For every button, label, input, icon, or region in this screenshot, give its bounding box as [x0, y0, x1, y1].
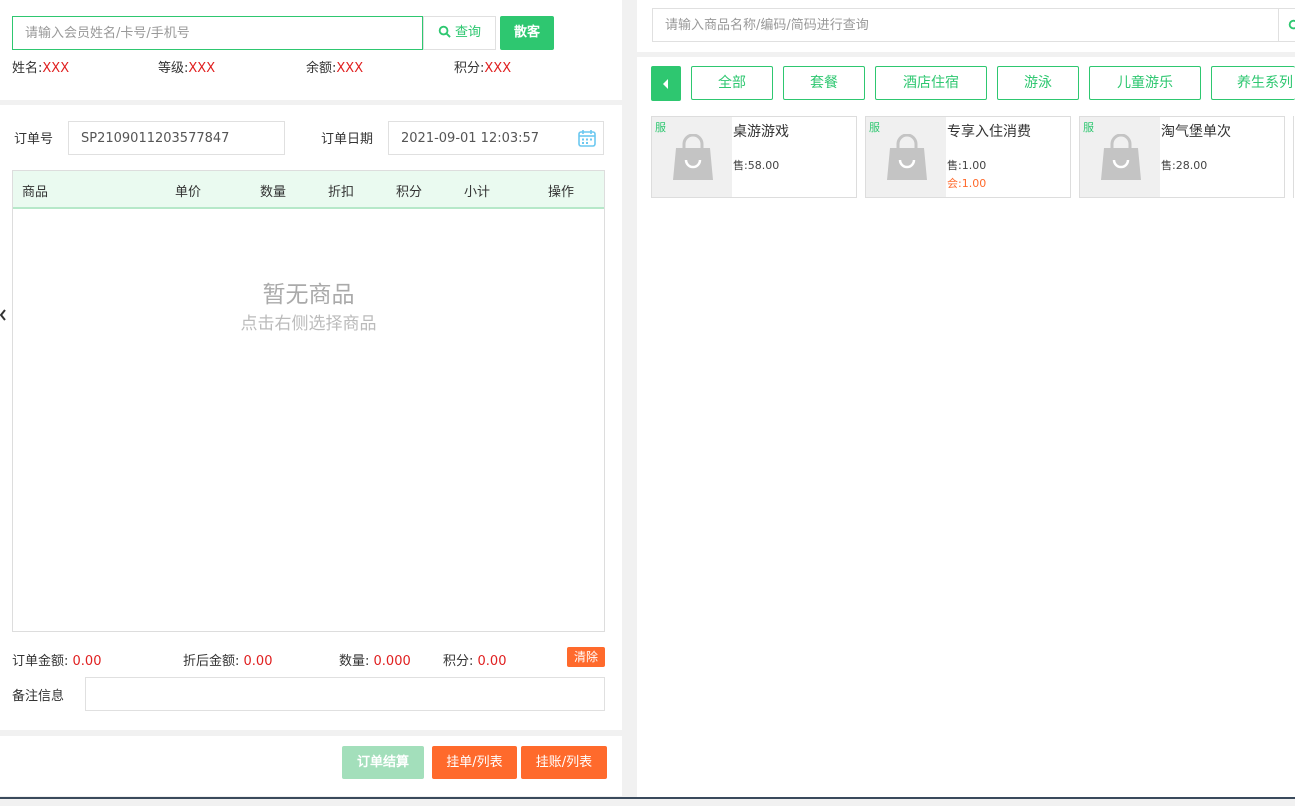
product-sell-price: 售:58.00	[733, 159, 780, 172]
product-name: 淘气堡单次	[1161, 124, 1231, 140]
order-panel: 订单号 订单日期 商品 单价 数量 折扣 积分 小计 操作 暂无商品 点击右侧选…	[0, 105, 622, 730]
category-prev-button[interactable]	[651, 66, 681, 101]
order-actions-bar: 订单结算 挂单/列表 挂账/列表	[0, 736, 622, 796]
discounted-total: 折后金额: 0.00	[183, 654, 273, 669]
credit-order-button[interactable]: 挂账/列表	[521, 746, 607, 779]
remark-input[interactable]	[85, 677, 605, 711]
column-discount: 折扣	[328, 185, 355, 200]
member-name: 姓名:XXX	[12, 61, 70, 76]
order-total: 订单金额: 0.00	[12, 654, 102, 669]
shopping-bag-icon	[673, 134, 713, 180]
member-level: 等级:XXX	[158, 61, 216, 76]
query-button-label: 查询	[454, 25, 481, 40]
order-number-field[interactable]	[68, 121, 285, 155]
category-wellness[interactable]: 养生系列	[1211, 66, 1295, 100]
product-tag: 服	[1083, 121, 1094, 134]
category-kids-play[interactable]: 儿童游乐	[1089, 66, 1201, 100]
order-points: 积分: 0.00	[443, 654, 507, 669]
product-sell-price: 售:28.00	[1161, 159, 1208, 172]
product-tag: 服	[869, 121, 880, 134]
order-quantity: 数量: 0.000	[339, 654, 411, 669]
order-total-value: 0.00	[72, 654, 102, 669]
column-price: 单价	[175, 185, 202, 200]
product-tag: 服	[655, 121, 666, 134]
walkin-button[interactable]: 散客	[500, 16, 554, 50]
clear-button[interactable]: 清除	[567, 647, 605, 667]
product-search-input[interactable]	[652, 8, 1280, 42]
product-search-button[interactable]	[1278, 8, 1295, 42]
order-quantity-value: 0.000	[373, 654, 411, 669]
member-search-input[interactable]	[12, 16, 423, 50]
hold-order-button[interactable]: 挂单/列表	[432, 746, 517, 779]
caret-left-icon	[663, 79, 668, 89]
shopping-bag-icon	[1101, 134, 1141, 180]
order-date-label: 订单日期	[321, 132, 374, 147]
order-date-field[interactable]	[388, 121, 604, 155]
product-card[interactable]: 服 桌游游戏 售:58.00	[651, 116, 857, 198]
column-actions: 操作	[548, 185, 575, 200]
search-icon	[438, 25, 451, 38]
empty-title: 暂无商品	[262, 282, 355, 308]
collapse-arrow-icon[interactable]	[0, 309, 6, 321]
member-name-value: XXX	[42, 61, 70, 76]
product-card[interactable]: 服 淘气堡单次 售:28.00	[1079, 116, 1285, 198]
member-balance-value: XXX	[336, 61, 364, 76]
order-points-value: 0.00	[477, 654, 507, 669]
product-sell-price: 售:1.00	[947, 159, 987, 172]
query-button[interactable]: 查询	[423, 16, 496, 50]
member-balance: 余额:XXX	[306, 61, 364, 76]
category-hotel[interactable]: 酒店住宿	[875, 66, 987, 100]
remark-label: 备注信息	[12, 689, 65, 704]
product-search-bar	[637, 0, 1295, 52]
calendar-icon[interactable]	[577, 128, 597, 148]
discounted-total-value: 0.00	[243, 654, 273, 669]
search-icon	[1288, 19, 1295, 30]
column-subtotal: 小计	[464, 185, 491, 200]
column-product: 商品	[22, 185, 49, 200]
checkout-button[interactable]: 订单结算	[342, 746, 424, 779]
member-panel: 查询 散客 姓名:XXX 等级:XXX 余额:XXX 积分:XXX	[0, 0, 622, 100]
order-number-label: 订单号	[14, 132, 54, 147]
member-points-value: XXX	[484, 61, 512, 76]
column-quantity: 数量	[260, 185, 287, 200]
order-items-table: 商品 单价 数量 折扣 积分 小计 操作 暂无商品 点击右侧选择商品	[12, 170, 605, 632]
product-card[interactable]: 服 专享入住消费 售:1.00 会:1.00	[865, 116, 1071, 198]
empty-subtitle: 点击右侧选择商品	[240, 314, 377, 334]
product-member-price: 会:1.00	[947, 177, 987, 190]
member-level-value: XXX	[188, 61, 216, 76]
bottom-border	[0, 797, 1295, 799]
category-all[interactable]: 全部	[691, 66, 773, 100]
column-points: 积分	[396, 185, 423, 200]
member-points: 积分:XXX	[454, 61, 512, 76]
table-header: 商品 单价 数量 折扣 积分 小计 操作	[13, 171, 604, 209]
category-package[interactable]: 套餐	[783, 66, 865, 100]
shopping-bag-icon	[887, 134, 927, 180]
product-name: 桌游游戏	[733, 124, 789, 140]
category-swimming[interactable]: 游泳	[997, 66, 1079, 100]
product-name: 专享入住消费	[947, 124, 1031, 140]
